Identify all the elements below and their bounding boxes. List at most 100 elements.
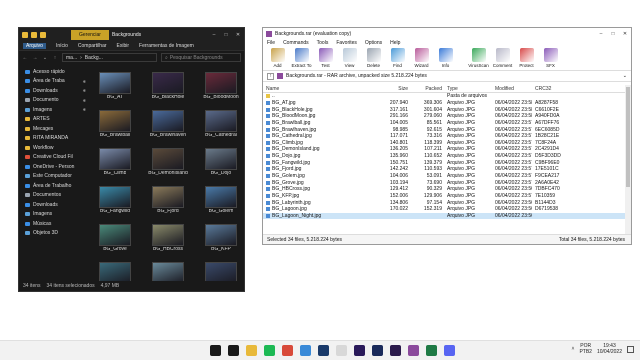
thumbnail-item[interactable]: BG_Dojo xyxy=(197,148,244,181)
thumbnail-item[interactable]: BG_Labyrinth xyxy=(91,262,139,281)
thumbnail-item[interactable]: BG_Golem xyxy=(197,186,244,219)
clip-studio-icon[interactable] xyxy=(336,345,347,356)
media-encoder-icon[interactable] xyxy=(372,345,383,356)
toolbar-button[interactable]: VirusScan xyxy=(468,48,489,68)
thumbnail-item[interactable]: BG_AT xyxy=(91,72,139,105)
nav-item[interactable]: RITA MIRANDA xyxy=(19,134,89,144)
search-input[interactable]: ⌕ Pesquisar Backgrounds xyxy=(161,53,241,62)
explorer-titlebar[interactable]: Gerenciar Backgrounds – □ ✕ xyxy=(19,28,244,42)
thumbnail-item[interactable]: BG_Fjord xyxy=(144,186,192,219)
column-packed[interactable]: Packed xyxy=(410,86,444,92)
thumbnail-item[interactable]: BG_Lagoon xyxy=(144,262,192,281)
close-icon[interactable]: ✕ xyxy=(232,32,244,38)
toolbar-button[interactable]: SFX xyxy=(540,48,561,68)
column-name[interactable]: Name xyxy=(263,86,376,92)
toolbar-button[interactable]: Comment xyxy=(492,48,513,68)
file-explorer-icon[interactable] xyxy=(246,345,257,356)
nav-item[interactable]: Este Computador xyxy=(19,172,89,182)
windows-icon[interactable] xyxy=(210,345,221,356)
nav-item[interactable]: Acesso rápido xyxy=(19,67,89,77)
excel-icon[interactable] xyxy=(426,345,437,356)
column-crc32[interactable]: CRC32 xyxy=(532,86,572,92)
winrar-titlebar[interactable]: Backgrounds.rar (evaluation copy) – □ ✕ xyxy=(263,28,631,39)
thumbnail-item[interactable]: BG_DemonIsland xyxy=(144,148,192,181)
tab-compartilhar[interactable]: Compartilhar xyxy=(78,43,107,49)
path-prefix[interactable]: ma... xyxy=(66,55,77,61)
rar-icon[interactable] xyxy=(408,345,419,356)
table-row[interactable]: BG_BlackHole.jpg 317.161 301.604 Arquivo JP… xyxy=(263,106,625,113)
chrome-icon[interactable] xyxy=(282,345,293,356)
folder-icon[interactable] xyxy=(40,32,46,38)
thumbnail-item[interactable]: BG_KFP xyxy=(197,224,244,257)
recent-chevron-icon[interactable]: ⌄ xyxy=(42,55,48,61)
premiere-icon[interactable] xyxy=(390,345,401,356)
nav-item[interactable]: Downloads ✱ xyxy=(19,86,89,96)
table-row[interactable]: BG_HBCross.jpg 129.412 90.329 Arquivo JPG 06… xyxy=(263,186,625,193)
nav-item[interactable]: Imagens ✱ xyxy=(19,105,89,115)
search-icon[interactable] xyxy=(228,345,239,356)
forward-arrow-icon[interactable]: → xyxy=(32,55,38,61)
maximize-icon[interactable]: □ xyxy=(607,31,619,37)
table-row[interactable]: BG_Lagoon_Night.jpg Arquivo JPG 06/04/2022… xyxy=(263,212,625,220)
vertical-scrollbar[interactable] xyxy=(625,85,631,234)
spotify-icon[interactable] xyxy=(264,345,275,356)
archive-address-bar[interactable]: ↑ Backgrounds.rar - RAR archive, unpacke… xyxy=(263,71,631,82)
menu-item[interactable]: Tools xyxy=(317,40,329,46)
nav-item[interactable]: Área de Trabalho xyxy=(19,181,89,191)
thumbnail-item[interactable]: BG_HBCross xyxy=(144,224,192,257)
thumbnail-item[interactable]: BG_Climb xyxy=(91,148,139,181)
nav-item[interactable]: Objetos 3D xyxy=(19,229,89,239)
thumbnail-item[interactable]: BG_Grove xyxy=(91,224,139,257)
nav-item[interactable]: Downloads xyxy=(19,200,89,210)
language-indicator[interactable]: POR PTB2 xyxy=(579,343,592,355)
thumbnail-item[interactable]: BG_Fangwild xyxy=(91,186,139,219)
toolbar-button[interactable]: Add xyxy=(267,48,288,68)
photoshop-icon[interactable] xyxy=(318,345,329,356)
thumbnail-item[interactable]: BG_Lagoon_N xyxy=(197,262,244,281)
edge-icon[interactable] xyxy=(300,345,311,356)
toolbar-button[interactable]: Test xyxy=(315,48,336,68)
toolbar-button[interactable]: Info xyxy=(435,48,456,68)
table-row[interactable]: BG_Brawlhaven.jpg 98.985 92.615 Arquivo JPG… xyxy=(263,126,625,133)
nav-item[interactable]: Imagens xyxy=(19,210,89,220)
up-arrow-icon[interactable]: ↑ xyxy=(52,55,58,61)
nav-item[interactable]: ARTES xyxy=(19,115,89,125)
clock[interactable]: 19:43 10/04/2022 xyxy=(597,343,622,355)
table-row[interactable]: .. Pasta de arquivos xyxy=(263,93,625,100)
after-effects-icon[interactable] xyxy=(354,345,365,356)
table-row[interactable]: BG_Lagoon.jpg 170.022 152.319 Arquivo JPG 06… xyxy=(263,206,625,213)
toolbar-button[interactable]: Delete xyxy=(363,48,384,68)
table-row[interactable]: BG_Golem.jpg 104.006 53.091 Arquivo JPG 06/0… xyxy=(263,173,625,180)
toolbar-button[interactable]: Extract To xyxy=(291,48,312,68)
winrar-window[interactable]: Backgrounds.rar (evaluation copy) – □ ✕ … xyxy=(262,27,632,245)
toolbar-button[interactable]: View xyxy=(339,48,360,68)
address-bar[interactable]: ma... › Backg... xyxy=(62,53,157,62)
path-folder[interactable]: Backg... xyxy=(85,55,103,61)
nav-item[interactable]: Documentos xyxy=(19,191,89,201)
nav-item[interactable]: Mecages xyxy=(19,124,89,134)
column-modified[interactable]: Modified xyxy=(492,86,532,92)
table-row[interactable]: BG_Dojo.jpg 135.960 110.652 Arquivo JPG 06/0… xyxy=(263,153,625,160)
maximize-icon[interactable]: □ xyxy=(220,32,232,38)
menu-item[interactable]: Options xyxy=(365,40,382,46)
toolbar-button[interactable]: Protect xyxy=(516,48,537,68)
table-row[interactable]: BG_Grove.jpg 103.194 73.690 Arquivo JPG 06/0… xyxy=(263,179,625,186)
menu-item[interactable]: File xyxy=(267,40,275,46)
back-arrow-icon[interactable]: ← xyxy=(22,55,28,61)
tab-inicio[interactable]: Início xyxy=(56,43,68,49)
tab-exibir[interactable]: Exibir xyxy=(117,43,130,49)
up-folder-icon[interactable]: ↑ xyxy=(267,72,274,80)
nav-item[interactable]: OneDrive - Person xyxy=(19,162,89,172)
thumbnail-item[interactable]: BG_Brawlball xyxy=(91,110,139,143)
nav-item[interactable]: Área de Traba ✱ xyxy=(19,77,89,87)
thumbnail-item[interactable]: BG_Cathedral xyxy=(197,110,244,143)
thumbnail-item[interactable]: BG_Brawlhaven xyxy=(144,110,192,143)
file-explorer-window[interactable]: Gerenciar Backgrounds – □ ✕ Arquivo Iníc… xyxy=(18,27,245,292)
nav-item[interactable]: Creative Cloud Fil xyxy=(19,153,89,163)
thumbnail-item[interactable]: BG_BlackHole xyxy=(144,72,192,105)
table-row[interactable]: BG_Cathedral.jpg 117.071 73.316 Arquivo JPG… xyxy=(263,133,625,140)
chevron-up-icon[interactable]: ˄ xyxy=(572,346,575,352)
table-row[interactable]: BG_AT.jpg 207.940 369.306 Arquivo JPG 06/04/… xyxy=(263,100,625,107)
table-row[interactable]: BG_DemonIsland.jpg 136.205 107.211 Arquivo … xyxy=(263,146,625,153)
chevron-down-icon[interactable]: ⌄ xyxy=(623,73,627,79)
